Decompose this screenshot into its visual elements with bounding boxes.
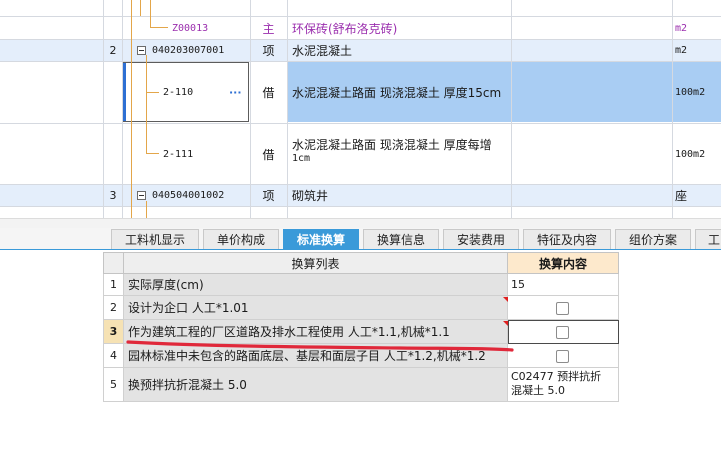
red-underline-annotation (126, 340, 514, 352)
